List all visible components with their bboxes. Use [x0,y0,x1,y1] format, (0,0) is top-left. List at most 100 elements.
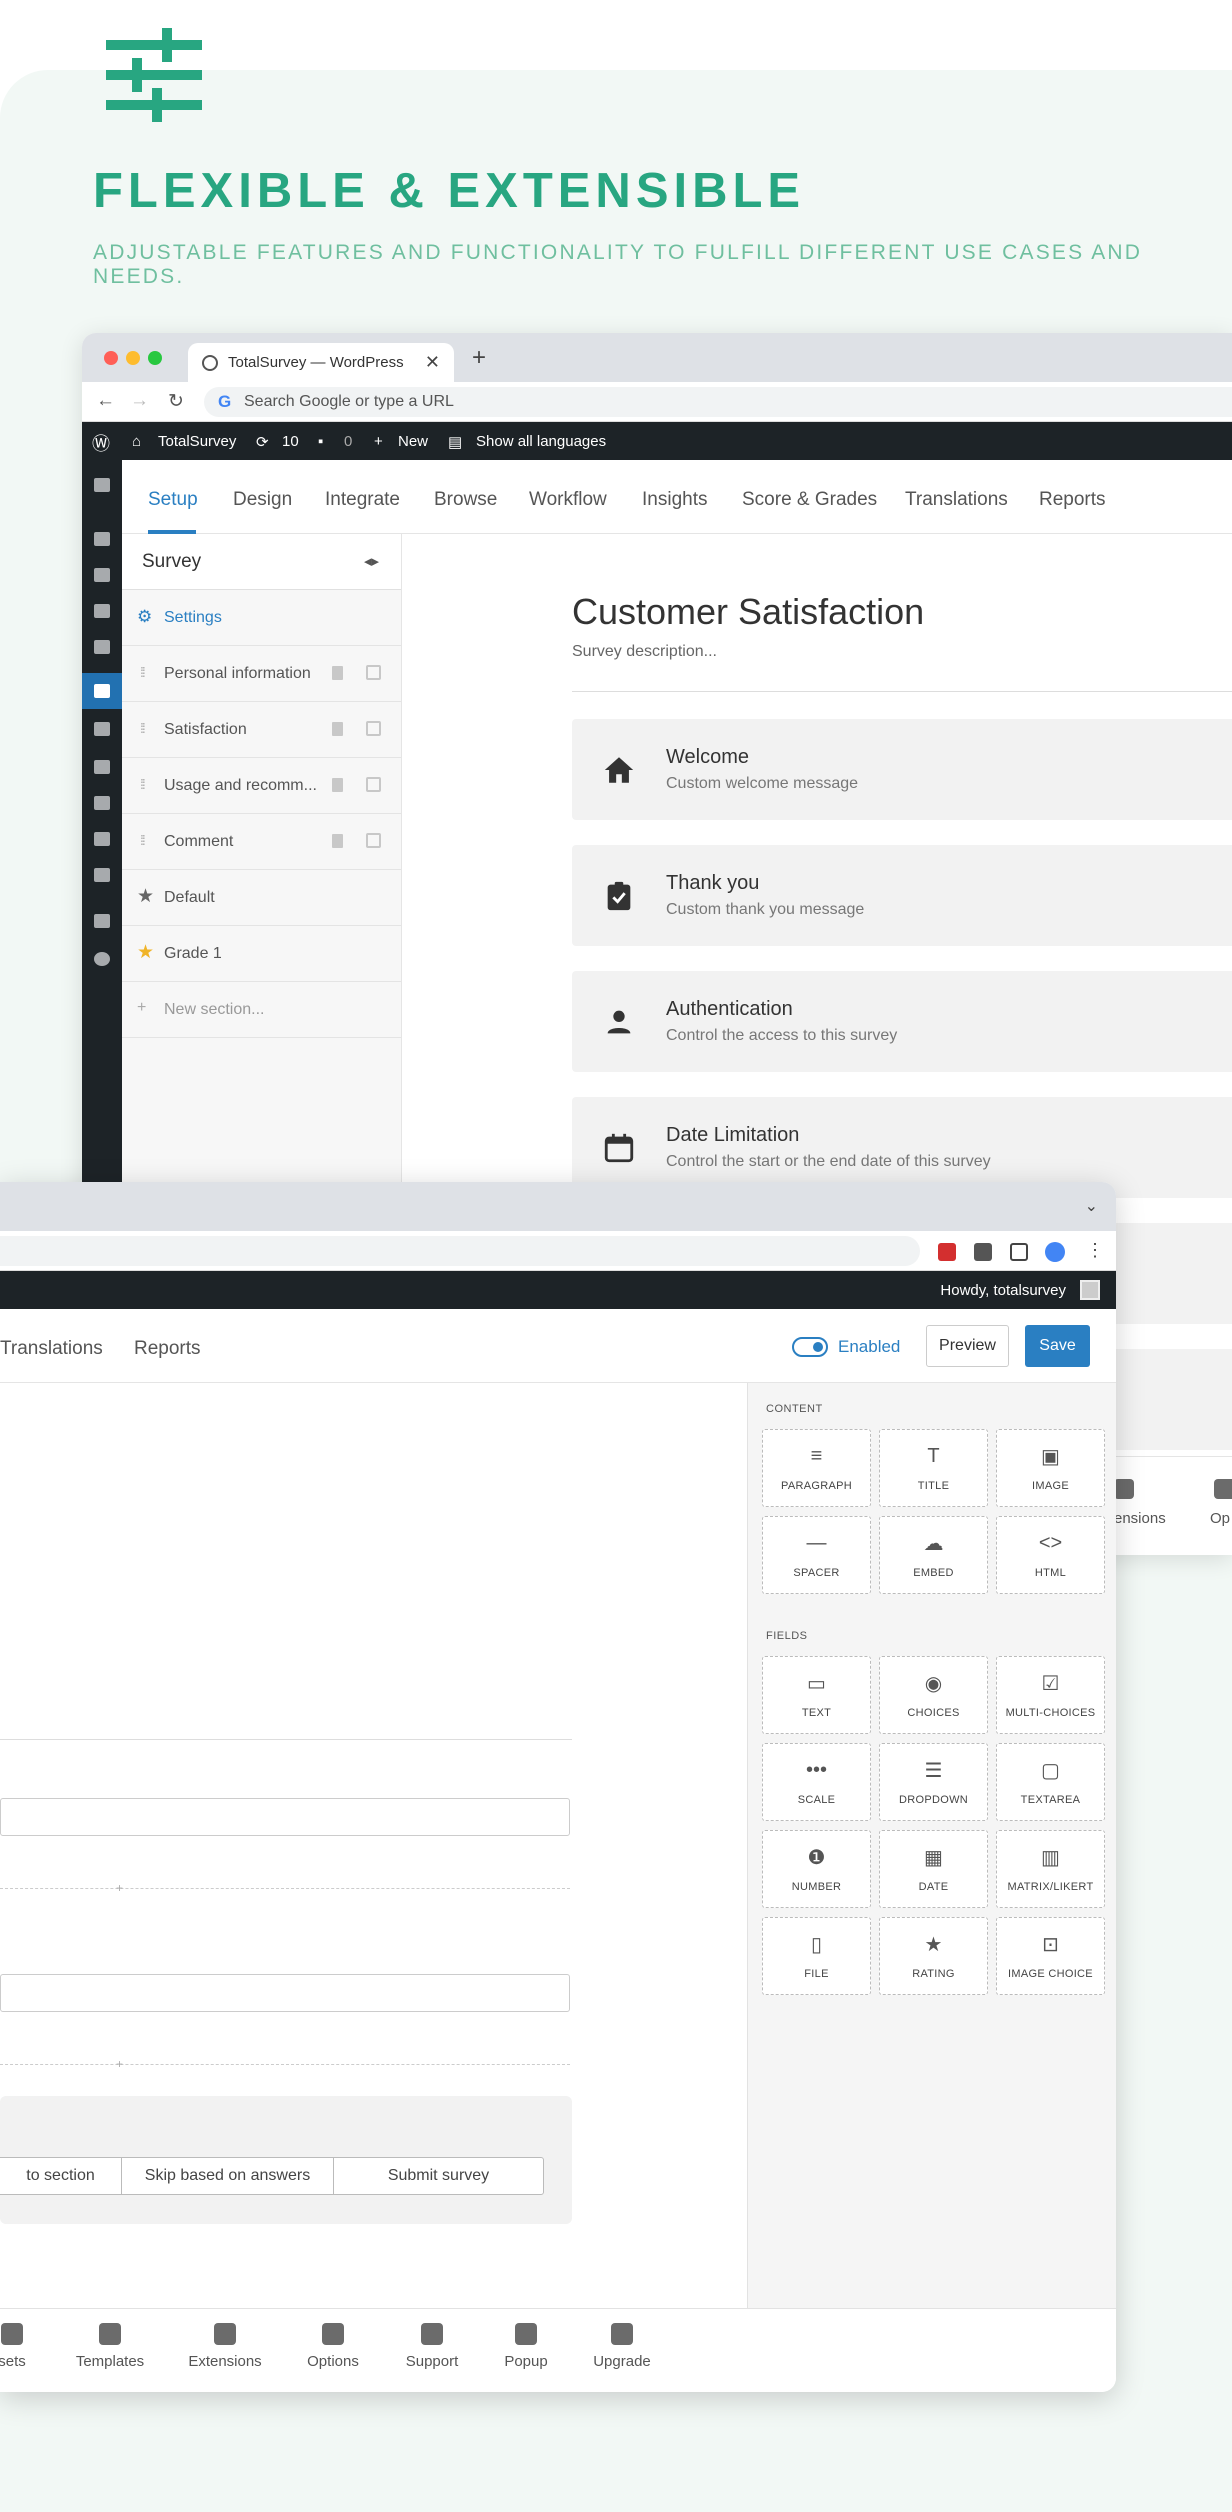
rating-element[interactable]: ★ RATING [879,1917,988,1995]
trash-icon[interactable] [332,834,343,848]
appearance-icon[interactable] [94,722,110,736]
tab-setup[interactable]: Setup [148,489,198,511]
thank-you-card[interactable]: Thank you Custom thank you message [572,845,1232,946]
minimize-window-dot[interactable] [126,351,140,365]
image-element[interactable]: ▣ IMAGE [996,1429,1105,1507]
settings-item[interactable]: ⚙ Settings [122,590,401,646]
tab-integrate[interactable]: Integrate [325,489,400,511]
upgrade-button[interactable]: Upgrade [588,2323,656,2370]
extensions-peek-label[interactable]: ensions [1114,1510,1166,1527]
browser-tab[interactable]: TotalSurvey — WordPress ✕ [188,343,454,382]
chevron-down-icon[interactable]: ⌄ [1085,1196,1098,1216]
tab-translations[interactable]: Translations [0,1338,103,1360]
save-button[interactable]: Save [1025,1325,1090,1367]
howdy-user[interactable]: Howdy, totalsurvey [940,1282,1066,1299]
section-item[interactable]: ⁞⁞ Personal information [122,646,401,702]
collapse-menu-icon[interactable] [94,952,110,966]
languages-link[interactable]: Show all languages [476,433,606,450]
url-input[interactable]: G Search Google or type a URL [204,387,1232,417]
tools-icon[interactable] [94,832,110,846]
duplicate-icon[interactable] [366,777,381,792]
maximize-window-dot[interactable] [148,351,162,365]
users-icon[interactable] [94,796,110,810]
grade-item[interactable]: ★ Default [122,870,401,926]
pages-icon[interactable] [94,604,110,618]
dashboard-icon[interactable] [94,478,110,492]
collapse-panel-icon[interactable]: ◂▸ [364,552,379,570]
presets-button[interactable]: sets [0,2323,32,2370]
back-icon[interactable]: ← [96,390,115,412]
updates-count[interactable]: 10 [282,433,299,450]
add-block-icon[interactable]: + [116,1881,123,1895]
textarea-element[interactable]: ▢ TEXTAREA [996,1743,1105,1821]
popup-button[interactable]: Popup [500,2323,552,2370]
profile-icon[interactable] [1045,1242,1065,1262]
add-block-icon[interactable]: + [116,2057,123,2071]
tab-translations[interactable]: Translations [905,489,1008,511]
enabled-toggle[interactable] [792,1337,828,1357]
preview-button[interactable]: Preview [926,1325,1009,1367]
question-field[interactable] [0,1798,570,1836]
drag-handle-icon[interactable]: ⁞⁞ [140,776,146,792]
jump-to-section-button[interactable]: to section [0,2157,122,2195]
languages-menu-icon[interactable] [94,914,110,928]
drag-handle-icon[interactable]: ⁞⁞ [140,664,146,680]
more-options-icon[interactable]: ⋮ [1086,1240,1104,1261]
options-peek-label[interactable]: Op [1210,1510,1230,1527]
wordpress-logo-icon[interactable]: Ⓦ [92,430,110,456]
date-element[interactable]: ▦ DATE [879,1830,988,1908]
tab-browse[interactable]: Browse [434,489,497,511]
duplicate-icon[interactable] [366,665,381,680]
tab-score-grades[interactable]: Score & Grades [742,489,877,511]
new-link[interactable]: New [398,433,428,450]
close-window-dot[interactable] [104,351,118,365]
welcome-card[interactable]: Welcome Custom welcome message [572,719,1232,820]
survey-description[interactable]: Survey description... [572,643,717,661]
settings-menu-icon[interactable] [94,868,110,882]
trash-icon[interactable] [332,666,343,680]
title-element[interactable]: T TITLE [879,1429,988,1507]
new-section-button[interactable]: + New section... [122,982,401,1038]
tab-workflow[interactable]: Workflow [529,489,607,511]
text-field-element[interactable]: ▭ TEXT [762,1656,871,1734]
comments-menu-icon[interactable] [94,640,110,654]
skip-based-on-answers-button[interactable]: Skip based on answers [121,2157,334,2195]
drag-handle-icon[interactable]: ⁞⁞ [140,720,146,736]
close-tab-icon[interactable]: ✕ [425,352,440,373]
drag-handle-icon[interactable]: ⁞⁞ [140,832,146,848]
html-element[interactable]: <> HTML [996,1516,1105,1594]
extension-red-icon[interactable] [938,1243,956,1261]
puzzle-icon[interactable] [974,1243,992,1261]
number-element[interactable]: ❶ NUMBER [762,1830,871,1908]
support-button[interactable]: Support [400,2323,464,2370]
authentication-card[interactable]: Authentication Control the access to thi… [572,971,1232,1072]
options-button[interactable]: Options [300,2323,366,2370]
plugins-icon[interactable] [94,760,110,774]
submit-survey-button[interactable]: Submit survey [333,2157,544,2195]
spacer-element[interactable]: — SPACER [762,1516,871,1594]
forward-icon[interactable]: → [130,390,149,412]
file-element[interactable]: ▯ FILE [762,1917,871,1995]
tab-design[interactable]: Design [233,489,292,511]
avatar[interactable] [1080,1280,1100,1300]
dropdown-element[interactable]: ☰ DROPDOWN [879,1743,988,1821]
section-item[interactable]: ⁞⁞ Satisfaction [122,702,401,758]
reload-icon[interactable]: ↻ [168,390,184,413]
embed-element[interactable]: ☁ EMBED [879,1516,988,1594]
templates-button[interactable]: Templates [70,2323,150,2370]
survey-title[interactable]: Customer Satisfaction [572,591,924,633]
question-field[interactable] [0,1974,570,2012]
comments-count[interactable]: 0 [344,433,352,450]
scale-element[interactable]: ••• SCALE [762,1743,871,1821]
extensions-button[interactable]: Extensions [184,2323,266,2370]
tab-insights[interactable]: Insights [642,489,707,511]
section-item[interactable]: ⁞⁞ Comment [122,814,401,870]
sidebar-icon[interactable] [1010,1243,1028,1261]
tab-reports[interactable]: Reports [1039,489,1106,511]
choices-element[interactable]: ◉ CHOICES [879,1656,988,1734]
url-input[interactable] [0,1236,920,1266]
multi-choices-element[interactable]: ☑ MULTI-CHOICES [996,1656,1105,1734]
posts-icon[interactable] [94,532,110,546]
duplicate-icon[interactable] [366,721,381,736]
tab-reports[interactable]: Reports [134,1338,201,1360]
